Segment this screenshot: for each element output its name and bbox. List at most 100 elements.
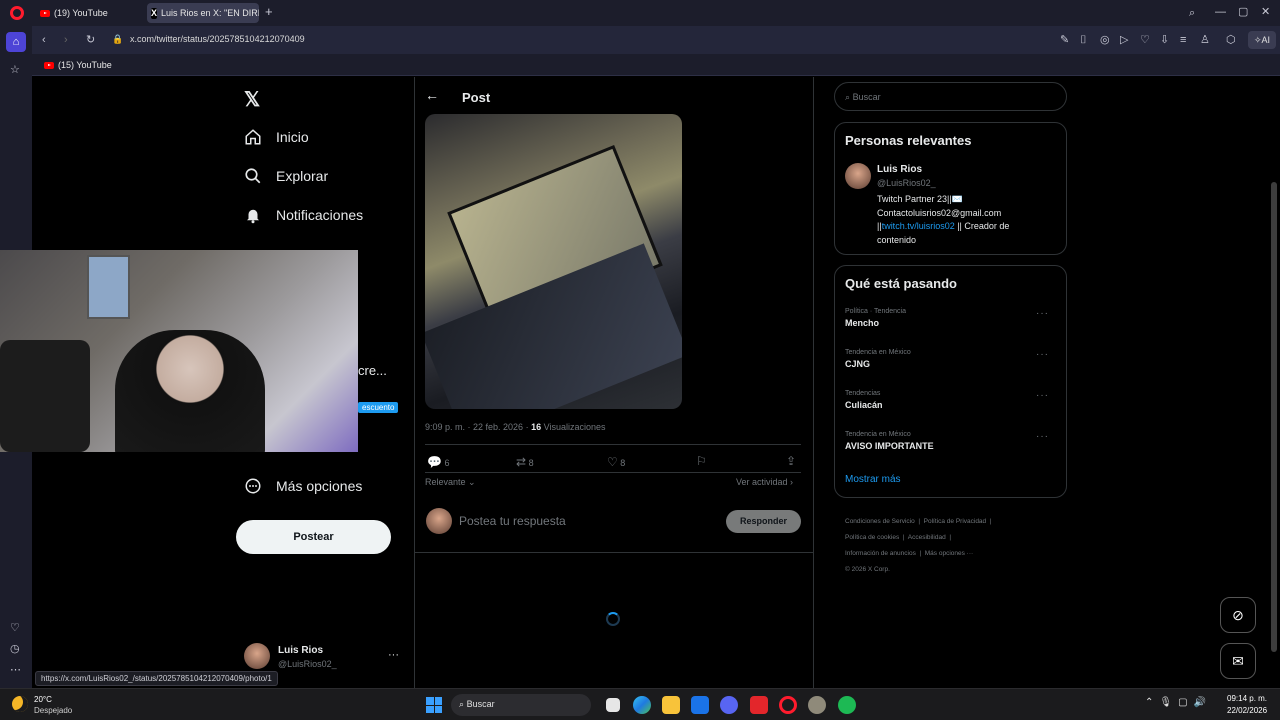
footer-link[interactable]: Información de anuncios <box>845 550 916 557</box>
history-icon[interactable]: ◷ <box>10 643 20 655</box>
share-icon[interactable]: ⇪ <box>786 454 796 468</box>
heart-icon[interactable]: ♡ <box>10 622 20 634</box>
star-icon[interactable]: ☆ <box>10 64 20 76</box>
webcam-overlay <box>0 250 358 452</box>
extensions-icon[interactable]: ⬡ <box>1226 34 1236 46</box>
forward-icon[interactable]: › <box>64 34 68 46</box>
nav-notifications[interactable]: Notificaciones <box>244 206 363 224</box>
repost-action[interactable]: ⇄ 8 <box>516 455 534 469</box>
play-icon[interactable]: ▷ <box>1120 34 1128 46</box>
trend-item[interactable]: Tendencia en México CJNG ··· <box>845 349 1057 369</box>
download-icon[interactable]: ⇩ <box>1160 34 1169 46</box>
footer-link[interactable]: Política de Privacidad <box>924 518 987 525</box>
store-icon[interactable] <box>691 696 709 714</box>
trend-item[interactable]: Tendencia en México AVISO IMPORTANTE ··· <box>845 431 1057 451</box>
favorite-icon[interactable]: ♡ <box>1140 34 1150 46</box>
edge-icon[interactable] <box>633 696 651 714</box>
camera-icon[interactable]: ⌷ <box>1080 34 1087 46</box>
new-tab-icon[interactable]: + <box>265 5 273 18</box>
trend-category: Tendencia en México <box>845 349 911 356</box>
sort-dropdown[interactable]: Relevante ⌄ <box>425 477 476 488</box>
post-photo[interactable] <box>425 114 682 409</box>
search-tabs-icon[interactable]: ⌕ <box>1189 7 1195 19</box>
nav-partial-label[interactable]: cre... <box>358 363 387 378</box>
reload-icon[interactable]: ↻ <box>86 34 95 46</box>
back-arrow-icon[interactable]: ← <box>425 87 439 103</box>
more-dots-icon[interactable]: ··· <box>388 649 399 661</box>
trend-item[interactable]: Política · Tendencia Mencho ··· <box>845 308 1057 328</box>
more-dots-icon[interactable]: ··· <box>1036 349 1049 360</box>
windows-start-icon[interactable] <box>426 697 442 713</box>
url-field[interactable]: x.com/twitter/status/2025785104212070409 <box>130 34 305 44</box>
task-view-icon[interactable] <box>606 698 620 712</box>
clock-date[interactable]: 22/02/2026 <box>1227 706 1267 715</box>
opera-icon[interactable] <box>779 696 797 714</box>
views-label: Visualizaciones <box>543 422 606 432</box>
bookmark-youtube[interactable]: (15) YouTube <box>40 56 112 74</box>
account-switcher[interactable]: Luis Rios @LuisRios02_ ··· <box>244 643 404 673</box>
more-dots-icon[interactable]: ··· <box>1036 390 1049 401</box>
show-more-link[interactable]: Mostrar más <box>845 474 901 485</box>
footer-link[interactable]: Política de cookies <box>845 534 899 541</box>
footer-link[interactable]: Más opciones ··· <box>925 550 973 557</box>
activity-link[interactable]: Ver actividad › <box>736 477 793 487</box>
menu-icon[interactable]: ≡ <box>1180 34 1186 46</box>
grok-button[interactable]: ⊘ <box>1220 597 1256 633</box>
bookmark-icon[interactable]: ⚐ <box>696 454 707 468</box>
x-logo-icon: X <box>151 7 158 19</box>
spotify-icon[interactable] <box>838 696 856 714</box>
messages-button[interactable]: ✉ <box>1220 643 1256 679</box>
maximize-icon[interactable]: ▢ <box>1238 6 1248 18</box>
reply-action[interactable]: 💬 6 <box>427 455 449 469</box>
views-count: 16 <box>531 422 542 432</box>
x-logo-icon[interactable]: 𝕏 <box>244 87 260 112</box>
home-sidebar-icon[interactable]: ⌂ <box>6 32 26 52</box>
bell-icon <box>247 209 259 224</box>
more-dots-icon[interactable]: ··· <box>1036 308 1049 319</box>
taskbar-search[interactable]: ⌕ Buscar <box>451 694 591 716</box>
app-icon[interactable] <box>808 696 826 714</box>
footer-link[interactable]: Accesibilidad <box>908 534 946 541</box>
person-avatar[interactable] <box>845 163 871 189</box>
divider <box>414 552 813 553</box>
bookmark-label: (15) YouTube <box>58 60 112 70</box>
search-icon: ⌕ <box>845 92 851 102</box>
person-name[interactable]: Luis Rios <box>877 164 922 175</box>
divider <box>425 472 801 473</box>
tab-youtube[interactable]: (19) YouTube <box>36 3 144 23</box>
post-button[interactable]: Postear <box>236 520 391 554</box>
nav-more-options[interactable]: Más opciones <box>244 477 362 495</box>
reply-button[interactable]: Responder <box>726 510 801 533</box>
trend-category: Tendencia en México <box>845 431 911 438</box>
voicemod-icon[interactable] <box>750 696 768 714</box>
tray-icons[interactable]: ⌃🎙▢🔊 <box>1145 697 1212 708</box>
search-input[interactable]: ⌕ Buscar <box>834 82 1067 111</box>
ai-button[interactable]: ✧AI <box>1248 31 1276 49</box>
sort-label: Relevante <box>425 477 466 487</box>
tab-x-post[interactable]: X Luis Rios en X: "EN DIRECTO <box>147 3 259 23</box>
profile-icon[interactable]: ♙ <box>1200 34 1210 46</box>
search-label: Buscar <box>466 699 495 709</box>
weather-icon[interactable] <box>12 696 28 712</box>
scrollbar-thumb[interactable] <box>1271 182 1277 652</box>
reply-input[interactable]: Postea tu respuesta <box>459 514 566 528</box>
nav-home[interactable]: Inicio <box>244 128 309 146</box>
more-icon[interactable]: ⋯ <box>10 664 21 676</box>
opera-logo-icon[interactable] <box>10 6 24 20</box>
file-explorer-icon[interactable] <box>662 696 680 714</box>
close-icon[interactable]: ✕ <box>1261 6 1270 18</box>
minimize-icon[interactable]: — <box>1215 6 1226 18</box>
clock-time[interactable]: 09:14 p. m. <box>1227 694 1267 703</box>
edit-icon[interactable]: ✎ <box>1060 34 1069 46</box>
discord-icon[interactable] <box>720 696 738 714</box>
trend-item[interactable]: Tendencias Culiacán ··· <box>845 390 1057 410</box>
shield-icon[interactable]: ◎ <box>1100 34 1110 46</box>
relevant-people-card: Personas relevantes Luis Rios @LuisRios0… <box>834 122 1067 255</box>
more-dots-icon[interactable]: ··· <box>1036 431 1049 442</box>
like-action[interactable]: ♡ 8 <box>607 455 625 469</box>
footer-link[interactable]: Condiciones de Servicio <box>845 518 915 525</box>
back-icon[interactable]: ‹ <box>42 34 46 46</box>
bio-link[interactable]: twitch.tv/luisrios02 <box>882 221 955 231</box>
repost-count: 8 <box>528 458 534 468</box>
nav-explore[interactable]: Explorar <box>244 167 328 185</box>
